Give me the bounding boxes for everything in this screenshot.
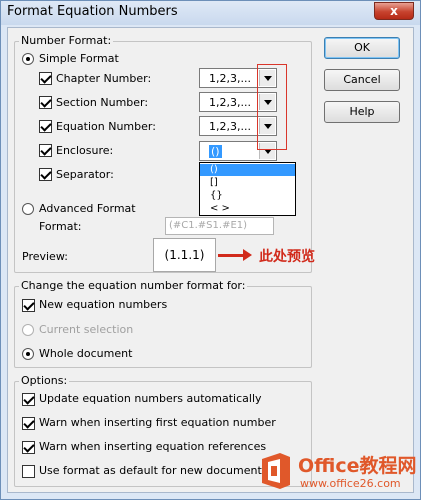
change-scope-legend: Change the equation number format for: bbox=[19, 279, 248, 292]
whole-document-radio[interactable] bbox=[22, 348, 34, 360]
watermark-logo: Office教程网 www.office26.com bbox=[258, 447, 418, 497]
cancel-button[interactable]: Cancel bbox=[324, 69, 400, 91]
enclosure-option[interactable]: [] bbox=[200, 177, 295, 189]
office-logo-icon bbox=[262, 453, 290, 489]
preview-box: (1.1.1) bbox=[153, 238, 216, 272]
section-number-checkbox[interactable] bbox=[39, 96, 52, 109]
separator-checkbox[interactable] bbox=[39, 168, 52, 181]
whole-document-label[interactable]: Whole document bbox=[39, 347, 132, 360]
use-as-default-label[interactable]: Use format as default for new documents bbox=[39, 464, 268, 477]
title-bar: Format Equation Numbers x bbox=[1, 1, 420, 25]
warn-first-equation-label[interactable]: Warn when inserting first equation numbe… bbox=[39, 416, 276, 429]
use-as-default-checkbox[interactable] bbox=[22, 465, 35, 478]
annotation-text: 此处预览 bbox=[259, 249, 315, 265]
equation-number-label: Equation Number: bbox=[56, 120, 156, 133]
separator-label: Separator: bbox=[56, 168, 114, 181]
help-button[interactable]: Help bbox=[324, 101, 400, 123]
format-input[interactable]: (#C1.#S1.#E1) bbox=[165, 217, 274, 235]
equation-number-checkbox[interactable] bbox=[39, 120, 52, 133]
annotation-arrow bbox=[218, 249, 252, 261]
watermark-url: www.office26.com bbox=[300, 477, 401, 490]
current-selection-radio bbox=[22, 324, 34, 336]
close-icon: x bbox=[390, 4, 398, 18]
new-equations-checkbox[interactable] bbox=[22, 299, 35, 312]
ok-button[interactable]: OK bbox=[324, 37, 400, 59]
section-number-label: Section Number: bbox=[56, 96, 149, 109]
format-label: Format: bbox=[39, 220, 82, 233]
warn-first-equation-checkbox[interactable] bbox=[22, 417, 35, 430]
advanced-format-radio[interactable] bbox=[22, 203, 34, 215]
chapter-number-checkbox[interactable] bbox=[39, 72, 52, 85]
new-equations-label[interactable]: New equation numbers bbox=[39, 298, 167, 311]
format-equation-numbers-dialog: Format Equation Numbers x Number Format:… bbox=[0, 0, 421, 500]
enclosure-label: Enclosure: bbox=[56, 144, 114, 157]
enclosure-dropdown-list: () [] {} < > bbox=[199, 162, 296, 216]
preview-label: Preview: bbox=[22, 250, 68, 263]
close-button[interactable]: x bbox=[374, 2, 414, 20]
chapter-number-label: Chapter Number: bbox=[56, 72, 152, 85]
enclosure-option[interactable]: < > bbox=[200, 203, 295, 215]
enclosure-option[interactable]: {} bbox=[200, 190, 295, 202]
enclosure-value: () bbox=[209, 145, 222, 158]
warn-references-checkbox[interactable] bbox=[22, 441, 35, 454]
enclosure-checkbox[interactable] bbox=[39, 144, 52, 157]
enclosure-option[interactable]: () bbox=[200, 164, 295, 176]
chapter-number-value: 1,2,3,... bbox=[209, 72, 251, 85]
number-format-legend: Number Format: bbox=[19, 34, 114, 47]
section-number-value: 1,2,3,... bbox=[209, 96, 251, 109]
dialog-title: Format Equation Numbers bbox=[7, 4, 178, 19]
advanced-format-label[interactable]: Advanced Format bbox=[39, 202, 136, 215]
update-automatically-checkbox[interactable] bbox=[22, 393, 35, 406]
simple-format-label[interactable]: Simple Format bbox=[39, 52, 119, 65]
warn-references-label[interactable]: Warn when inserting equation references bbox=[39, 440, 266, 453]
current-selection-label: Current selection bbox=[39, 323, 134, 336]
annotation-highlight-box bbox=[257, 64, 287, 150]
equation-number-value: 1,2,3,... bbox=[209, 120, 251, 133]
update-automatically-label[interactable]: Update equation numbers automatically bbox=[39, 392, 262, 405]
simple-format-radio[interactable] bbox=[22, 53, 34, 65]
watermark-title: Office教程网 bbox=[298, 455, 417, 477]
options-legend: Options: bbox=[19, 374, 70, 387]
